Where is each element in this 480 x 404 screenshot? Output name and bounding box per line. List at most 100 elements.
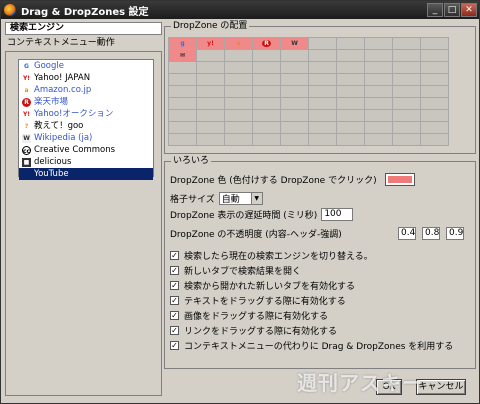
dropzone-cell[interactable] bbox=[281, 122, 309, 134]
dropzone-cell[interactable] bbox=[393, 38, 421, 50]
dropzone-cell[interactable] bbox=[309, 86, 337, 98]
checkbox-row[interactable]: ✓ テキストをドラッグする際に有効化する bbox=[170, 294, 346, 307]
dropzone-cell[interactable] bbox=[169, 74, 197, 86]
dropzone-cell[interactable] bbox=[309, 134, 337, 146]
dropzone-cell[interactable] bbox=[281, 110, 309, 122]
dropzone-cell[interactable] bbox=[281, 62, 309, 74]
dropzone-cell[interactable]: W bbox=[281, 38, 309, 50]
dropzone-cell[interactable] bbox=[225, 62, 253, 74]
engine-item[interactable]: ■ delicious bbox=[19, 156, 153, 168]
dropzone-cell[interactable] bbox=[337, 38, 365, 50]
tab-search-engines[interactable]: 検索エンジン bbox=[5, 22, 162, 35]
dropzone-cell[interactable] bbox=[253, 50, 281, 62]
checkbox[interactable]: ✓ bbox=[170, 341, 179, 350]
checkbox-row[interactable]: ✓ リンクをドラッグする際に有効化する bbox=[170, 324, 337, 337]
dropzone-cell[interactable] bbox=[309, 62, 337, 74]
dropzone-cell[interactable] bbox=[225, 98, 253, 110]
dropzone-cell[interactable] bbox=[309, 98, 337, 110]
dropzone-cell[interactable] bbox=[197, 122, 225, 134]
engine-item[interactable]: ? 教えて！goo bbox=[19, 120, 153, 132]
checkbox[interactable]: ✓ bbox=[170, 281, 179, 290]
dropzone-cell[interactable] bbox=[225, 134, 253, 146]
engine-item[interactable]: W Wikipedia (ja) bbox=[19, 132, 153, 144]
dropzone-cell[interactable] bbox=[421, 74, 449, 86]
dropzone-cell[interactable] bbox=[393, 86, 421, 98]
dropzone-cell[interactable] bbox=[253, 62, 281, 74]
checkbox[interactable]: ✓ bbox=[170, 311, 179, 320]
engine-item[interactable]: Y! Yahoo! JAPAN bbox=[19, 72, 153, 84]
dropzone-cell[interactable] bbox=[225, 74, 253, 86]
dropzone-cell[interactable] bbox=[169, 122, 197, 134]
checkbox-row[interactable]: ✓ コンテキストメニューの代わりに Drag & DropZones を利用する bbox=[170, 339, 453, 352]
dropzone-cell[interactable] bbox=[197, 134, 225, 146]
dropzone-cell[interactable] bbox=[393, 122, 421, 134]
dropzone-cell[interactable] bbox=[253, 134, 281, 146]
dropzone-cell[interactable] bbox=[421, 62, 449, 74]
dropzone-cell[interactable] bbox=[197, 62, 225, 74]
dropzone-cell[interactable] bbox=[197, 50, 225, 62]
dropzone-cell[interactable] bbox=[337, 110, 365, 122]
checkbox[interactable]: ✓ bbox=[170, 296, 179, 305]
dropzone-cell[interactable] bbox=[365, 62, 393, 74]
dropzone-cell[interactable] bbox=[225, 122, 253, 134]
dropzone-cell[interactable] bbox=[337, 86, 365, 98]
dropzone-cell[interactable] bbox=[309, 122, 337, 134]
checkbox[interactable]: ✓ bbox=[170, 251, 179, 260]
maximize-button[interactable]: □ bbox=[444, 3, 460, 17]
dropzone-grid[interactable]: g y! a R W ✉ bbox=[168, 37, 449, 146]
dropzone-cell[interactable] bbox=[337, 122, 365, 134]
opacity-content-input[interactable]: 0.4 bbox=[398, 227, 416, 240]
dropzone-cell[interactable] bbox=[421, 134, 449, 146]
dropzone-cell[interactable] bbox=[225, 50, 253, 62]
dropzone-cell[interactable]: ✉ bbox=[169, 50, 197, 62]
dropzone-cell[interactable] bbox=[169, 86, 197, 98]
dropzone-cell[interactable] bbox=[169, 98, 197, 110]
engine-item[interactable]: YouTube bbox=[19, 168, 153, 180]
dropzone-cell[interactable] bbox=[281, 134, 309, 146]
dropzone-cell[interactable] bbox=[393, 134, 421, 146]
engine-item[interactable]: R 楽天市場 bbox=[19, 96, 153, 108]
dropzone-cell[interactable] bbox=[281, 50, 309, 62]
dropzone-cell[interactable] bbox=[281, 86, 309, 98]
dropzone-cell[interactable] bbox=[253, 74, 281, 86]
dropzone-cell[interactable] bbox=[309, 50, 337, 62]
dropzone-cell[interactable] bbox=[393, 50, 421, 62]
dropzone-cell[interactable]: g bbox=[169, 38, 197, 50]
opacity-header-input[interactable]: 0.8 bbox=[422, 227, 440, 240]
grid-size-select[interactable]: 自動 ▼ bbox=[218, 192, 263, 205]
dropzone-cell[interactable] bbox=[365, 122, 393, 134]
engine-list[interactable]: G Google Y! Yahoo! JAPAN a Amazon.co.jp R 楽天市場 Y… bbox=[18, 59, 154, 180]
dropzone-cell[interactable]: a bbox=[225, 38, 253, 50]
dropzone-cell[interactable] bbox=[421, 50, 449, 62]
dropzone-cell[interactable] bbox=[365, 134, 393, 146]
close-button[interactable]: ✕ bbox=[461, 3, 477, 17]
dropzone-cell[interactable]: R bbox=[253, 38, 281, 50]
dropzone-cell[interactable] bbox=[337, 62, 365, 74]
dropzone-cell[interactable] bbox=[197, 110, 225, 122]
dropzone-cell[interactable] bbox=[197, 74, 225, 86]
dropzone-cell[interactable] bbox=[281, 74, 309, 86]
dropzone-cell[interactable] bbox=[225, 110, 253, 122]
dropzone-cell[interactable] bbox=[281, 98, 309, 110]
dropzone-cell[interactable] bbox=[393, 98, 421, 110]
dropzone-cell[interactable] bbox=[421, 86, 449, 98]
dropzone-cell[interactable] bbox=[253, 86, 281, 98]
opacity-highlight-input[interactable]: 0.9 bbox=[446, 227, 464, 240]
checkbox-row[interactable]: ✓ 検索から開かれた新しいタブを有効化する bbox=[170, 279, 355, 292]
dropzone-cell[interactable] bbox=[421, 110, 449, 122]
color-picker[interactable] bbox=[384, 173, 415, 186]
dropzone-cell[interactable] bbox=[225, 86, 253, 98]
dropzone-cell[interactable] bbox=[337, 50, 365, 62]
dropzone-cell[interactable] bbox=[169, 134, 197, 146]
checkbox[interactable]: ✓ bbox=[170, 326, 179, 335]
dropzone-cell[interactable] bbox=[169, 110, 197, 122]
dropzone-cell[interactable] bbox=[197, 98, 225, 110]
dropzone-cell[interactable] bbox=[253, 110, 281, 122]
dropzone-cell[interactable] bbox=[365, 50, 393, 62]
cancel-button[interactable]: キャンセル bbox=[416, 379, 466, 395]
checkbox-row[interactable]: ✓ 新しいタブで検索結果を開く bbox=[170, 264, 301, 277]
minimize-button[interactable]: _ bbox=[427, 3, 443, 17]
checkbox[interactable]: ✓ bbox=[170, 266, 179, 275]
checkbox-row[interactable]: ✓ 検索したら現在の検索エンジンを切り替える。 bbox=[170, 249, 373, 262]
dropzone-cell[interactable] bbox=[393, 110, 421, 122]
